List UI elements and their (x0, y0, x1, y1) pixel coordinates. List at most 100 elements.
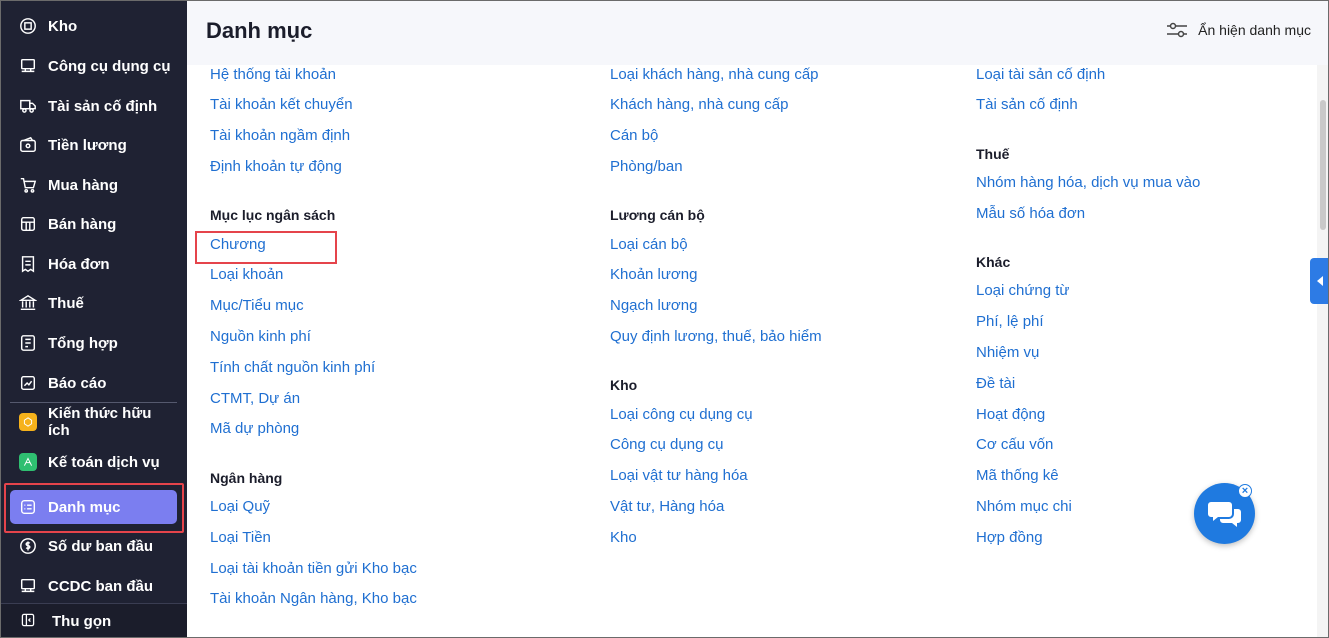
sidebar-item-label: Hóa đơn (48, 255, 110, 273)
catalog-link[interactable]: Phí, lệ phí (976, 313, 1044, 330)
sidebar-item-mua-hang[interactable]: Mua hàng (10, 168, 177, 202)
side-panel-toggle[interactable] (1310, 258, 1329, 304)
collapse-label: Thu gọn (52, 612, 112, 630)
highlight-box-chuong (195, 231, 337, 264)
sidebar-item-cong-cu-dung-cu[interactable]: Công cụ dụng cụ (10, 49, 177, 83)
catalog-link[interactable]: Phòng/ban (610, 158, 683, 175)
service-icon (18, 452, 38, 472)
catalog-link[interactable]: Ngạch lương (610, 297, 697, 314)
catalog-link[interactable]: Loại chứng từ (976, 282, 1069, 299)
catalog-link[interactable]: Loại vật tư hàng hóa (610, 467, 748, 484)
sidebar-item-ccdc-ban-dau[interactable]: CCDC ban đầu (10, 569, 177, 603)
catalog-link[interactable]: Khách hàng, nhà cung cấp (610, 96, 788, 113)
sidebar-item-ke-toan-dich-vu[interactable]: Kế toán dịch vụ (10, 445, 177, 479)
catalog-link[interactable]: Cơ cấu vốn (976, 436, 1053, 453)
sidebar-item-thue[interactable]: Thuế (10, 286, 177, 320)
catalog-link[interactable]: Định khoản tự động (210, 158, 342, 175)
chevron-left-icon (1316, 276, 1323, 286)
sidebar-item-bao-cao[interactable]: Báo cáo (10, 366, 177, 400)
chat-bubbles-icon (1207, 501, 1241, 527)
catalog-link[interactable]: Loại tài sản cố định (976, 66, 1105, 83)
sidebar-item-label: Công cụ dụng cụ (48, 57, 171, 75)
sidebar-divider (10, 402, 177, 403)
sidebar-item-tong-hop[interactable]: Tổng hợp (10, 326, 177, 360)
bank-icon (18, 293, 38, 313)
catalog-link[interactable]: CTMT, Dự án (210, 390, 300, 407)
sidebar-item-ban-hang[interactable]: Bán hàng (10, 207, 177, 241)
sliders-icon (1167, 22, 1188, 38)
report-icon (18, 373, 38, 393)
ledger-icon (18, 333, 38, 353)
catalog-link[interactable]: Tài khoản ngầm định (210, 127, 350, 144)
catalog-link[interactable]: Loại cán bộ (610, 236, 688, 253)
sidebar-item-hoa-don[interactable]: Hóa đơn (10, 247, 177, 281)
store-icon (18, 214, 38, 234)
collapse-sidebar-button[interactable]: Thu gọn (0, 603, 187, 638)
toggle-catalog-label: Ẩn hiện danh mục (1198, 22, 1311, 38)
scrollbar-thumb[interactable] (1320, 100, 1326, 230)
catalog-link[interactable]: Nhóm mục chi (976, 498, 1072, 515)
group-title-kho: Kho (610, 377, 638, 393)
catalog-link[interactable]: Tài khoản Ngân hàng, Kho bạc (210, 590, 417, 607)
catalog-link[interactable]: Quy định lương, thuế, bảo hiểm (610, 328, 822, 345)
catalog-link[interactable]: Loại Tiền (210, 529, 271, 546)
sidebar-item-label: Tiền lương (48, 136, 127, 154)
sidebar-item-kho[interactable]: Kho (10, 9, 177, 43)
sidebar-item-label: Kiến thức hữu ích (47, 405, 152, 439)
catalog-link[interactable]: Mã dự phòng (210, 420, 299, 437)
group-title-thue: Thuế (976, 146, 1010, 162)
catalog-link[interactable]: Hợp đồng (976, 529, 1043, 546)
catalog-link[interactable]: Mẫu số hóa đơn (976, 205, 1085, 222)
sidebar-item-label: Thuế (48, 294, 84, 312)
chat-close-button[interactable]: × (1238, 484, 1252, 498)
catalog-link[interactable]: Kho (610, 529, 637, 546)
catalog-link[interactable]: Loại khoản (210, 266, 283, 283)
balance-icon (18, 536, 38, 556)
catalog-link[interactable]: Khoản lương (610, 266, 697, 283)
group-title-ngan-hang: Ngân hàng (210, 470, 283, 486)
truck-icon (18, 96, 38, 116)
group-title-muc-luc-ngan-sach: Mục lục ngân sách (210, 207, 336, 223)
collapse-icon (20, 612, 38, 630)
catalog-link[interactable]: Mục/Tiểu mục (210, 297, 304, 314)
wallet-icon (18, 135, 38, 155)
catalog-link[interactable]: Vật tư, Hàng hóa (610, 498, 724, 515)
group-title-khac: Khác (976, 254, 1011, 270)
catalog-link[interactable]: Đề tài (976, 375, 1015, 392)
sidebar-item-label: Tổng hợp (48, 334, 118, 352)
sidebar: Kho Công cụ dụng cụ Tài sản cố định Tiền… (0, 0, 187, 638)
catalog-link[interactable]: Nhóm hàng hóa, dịch vụ mua vào (976, 174, 1200, 191)
page-header: Danh mục Ẩn hiện danh mục (187, 0, 1329, 65)
active-item-highlight (4, 483, 184, 533)
sidebar-item-tien-luong[interactable]: Tiền lương (10, 128, 177, 162)
catalog-link[interactable]: Hoạt động (976, 406, 1045, 423)
box-icon (18, 16, 38, 36)
catalog-link[interactable]: Nhiệm vụ (976, 344, 1039, 361)
catalog-link[interactable]: Loại công cụ dụng cụ (610, 406, 753, 423)
toggle-catalog-visibility-button[interactable]: Ẩn hiện danh mục (1166, 21, 1311, 39)
sidebar-item-label: CCDC ban đầu (48, 577, 153, 595)
initial-tools-icon (18, 576, 38, 596)
group-title-luong-can-bo: Lương cán bộ (610, 207, 705, 223)
catalog-link[interactable]: Loại tài khoản tiền gửi Kho bạc (210, 560, 417, 577)
sidebar-item-label: Báo cáo (48, 374, 107, 392)
catalog-link[interactable]: Cán bộ (610, 127, 658, 144)
catalog-link[interactable]: Loại Quỹ (210, 498, 270, 515)
sidebar-item-label: Kho (48, 17, 78, 35)
sidebar-item-tai-san-co-dinh[interactable]: Tài sản cố định (10, 89, 177, 123)
catalog-link[interactable]: Loại khách hàng, nhà cung cấp (610, 66, 819, 83)
catalog-link[interactable]: Tài khoản kết chuyển (210, 96, 353, 113)
catalog-link[interactable]: Tính chất nguồn kinh phí (210, 359, 375, 376)
catalog-link[interactable]: Hệ thống tài khoản (210, 66, 336, 83)
cart-icon (18, 175, 38, 195)
catalog-link[interactable]: Nguồn kinh phí (210, 328, 311, 345)
sidebar-item-label: Kế toán dịch vụ (48, 453, 160, 471)
sidebar-item-label: Mua hàng (48, 176, 118, 194)
sidebar-item-kien-thuc-huu-ich[interactable]: Kiến thức hữu ích (10, 405, 177, 439)
catalog-link[interactable]: Công cụ dụng cụ (610, 436, 723, 453)
catalog-link[interactable]: Mã thống kê (976, 467, 1059, 484)
sidebar-item-label: Bán hàng (48, 215, 117, 233)
catalog-link[interactable]: Tài sản cố định (976, 96, 1078, 113)
sidebar-item-so-du-ban-dau[interactable]: Số dư ban đầu (10, 529, 177, 563)
sidebar-item-label: Số dư ban đầu (48, 537, 154, 555)
